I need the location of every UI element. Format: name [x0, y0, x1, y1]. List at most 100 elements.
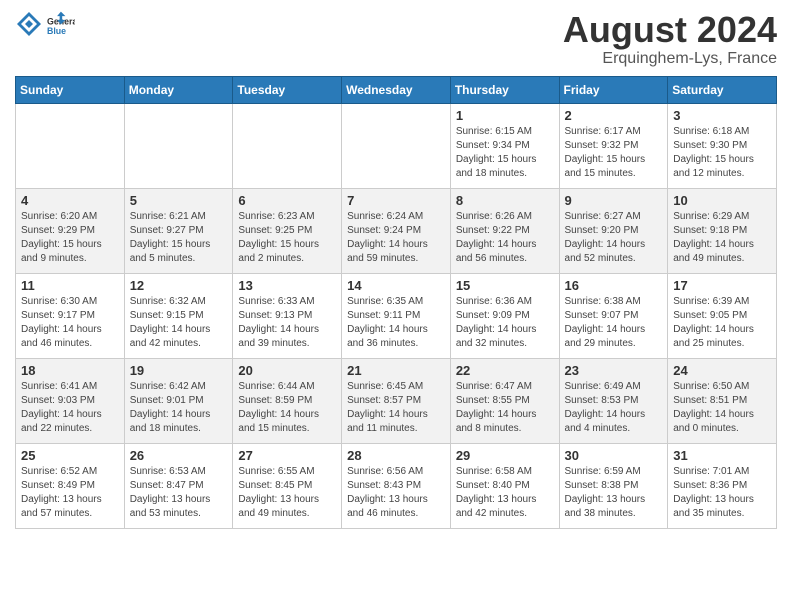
day-info-line: Sunrise: 6:36 AM [456, 295, 554, 309]
day-info-line: Sunset: 9:11 PM [347, 309, 445, 323]
calendar-cell: 21Sunrise: 6:45 AMSunset: 8:57 PMDayligh… [342, 358, 451, 443]
day-info-line: Sunrise: 6:42 AM [130, 380, 228, 394]
day-info-line: Sunset: 8:57 PM [347, 394, 445, 408]
day-info-line: Daylight: 14 hours [21, 408, 119, 422]
day-info: Sunrise: 6:26 AMSunset: 9:22 PMDaylight:… [456, 210, 554, 266]
day-info-line: Daylight: 14 hours [673, 408, 771, 422]
day-info-line: Sunrise: 6:56 AM [347, 465, 445, 479]
calendar-table: Sunday Monday Tuesday Wednesday Thursday… [15, 76, 777, 529]
day-number: 31 [673, 448, 771, 463]
day-info-line: and 59 minutes. [347, 252, 445, 266]
logo: General Blue [15, 10, 75, 38]
calendar-cell: 5Sunrise: 6:21 AMSunset: 9:27 PMDaylight… [124, 188, 233, 273]
calendar-cell: 17Sunrise: 6:39 AMSunset: 9:05 PMDayligh… [668, 273, 777, 358]
day-info-line: Sunrise: 6:49 AM [565, 380, 663, 394]
logo-bird-icon: General Blue [47, 10, 75, 38]
header-friday: Friday [559, 76, 668, 103]
day-info-line: Daylight: 14 hours [130, 408, 228, 422]
header-monday: Monday [124, 76, 233, 103]
day-number: 16 [565, 278, 663, 293]
day-info-line: Sunrise: 6:17 AM [565, 125, 663, 139]
day-info-line: and 22 minutes. [21, 422, 119, 436]
day-info-line: Sunset: 8:53 PM [565, 394, 663, 408]
day-info-line: and 15 minutes. [565, 167, 663, 181]
calendar-cell: 14Sunrise: 6:35 AMSunset: 9:11 PMDayligh… [342, 273, 451, 358]
day-info-line: Sunrise: 6:45 AM [347, 380, 445, 394]
header-tuesday: Tuesday [233, 76, 342, 103]
day-info-line: Sunset: 8:36 PM [673, 479, 771, 493]
calendar-week-5: 25Sunrise: 6:52 AMSunset: 8:49 PMDayligh… [16, 443, 777, 528]
day-info-line: Sunset: 9:01 PM [130, 394, 228, 408]
calendar-cell: 7Sunrise: 6:24 AMSunset: 9:24 PMDaylight… [342, 188, 451, 273]
day-info-line: and 32 minutes. [456, 337, 554, 351]
day-info-line: and 52 minutes. [565, 252, 663, 266]
calendar-cell [342, 103, 451, 188]
calendar-cell: 8 Sunrise: 6:26 AMSunset: 9:22 PMDaylight… [450, 188, 559, 273]
day-number: 8 [456, 193, 554, 208]
day-number: 24 [673, 363, 771, 378]
day-info-line: and 49 minutes. [238, 507, 336, 521]
day-info-line: Sunset: 9:30 PM [673, 139, 771, 153]
day-number: 15 [456, 278, 554, 293]
day-info-line: Sunset: 9:32 PM [565, 139, 663, 153]
day-info-line: and 11 minutes. [347, 422, 445, 436]
day-info: Sunrise: 6:15 AMSunset: 9:34 PMDaylight:… [456, 125, 554, 181]
svg-text:Blue: Blue [47, 26, 66, 36]
day-info-line: Sunrise: 6:39 AM [673, 295, 771, 309]
day-info: Sunrise: 6:53 AMSunset: 8:47 PMDaylight:… [130, 465, 228, 521]
day-info-line: Sunrise: 6:32 AM [130, 295, 228, 309]
day-info-line: and 2 minutes. [238, 252, 336, 266]
calendar-cell: 9Sunrise: 6:27 AMSunset: 9:20 PMDaylight… [559, 188, 668, 273]
calendar-cell: 30Sunrise: 6:59 AMSunset: 8:38 PMDayligh… [559, 443, 668, 528]
calendar-cell: 31Sunrise: 7:01 AMSunset: 8:36 PMDayligh… [668, 443, 777, 528]
day-info-line: and 46 minutes. [347, 507, 445, 521]
day-info-line: Sunrise: 6:27 AM [565, 210, 663, 224]
day-info-line: Sunrise: 6:47 AM [456, 380, 554, 394]
day-number: 18 [21, 363, 119, 378]
calendar-cell: 29Sunrise: 6:58 AMSunset: 8:40 PMDayligh… [450, 443, 559, 528]
day-info: Sunrise: 6:42 AMSunset: 9:01 PMDaylight:… [130, 380, 228, 436]
day-info: Sunrise: 6:36 AMSunset: 9:09 PMDaylight:… [456, 295, 554, 351]
day-info-line: Daylight: 13 hours [673, 493, 771, 507]
day-info-line: Sunset: 9:07 PM [565, 309, 663, 323]
day-info-line: and 4 minutes. [565, 422, 663, 436]
day-number: 25 [21, 448, 119, 463]
day-info-line: and 53 minutes. [130, 507, 228, 521]
day-info-line: Daylight: 13 hours [130, 493, 228, 507]
calendar-week-4: 18Sunrise: 6:41 AMSunset: 9:03 PMDayligh… [16, 358, 777, 443]
day-number: 12 [130, 278, 228, 293]
day-info-line: Daylight: 13 hours [565, 493, 663, 507]
day-info: Sunrise: 6:33 AMSunset: 9:13 PMDaylight:… [238, 295, 336, 351]
day-number: 21 [347, 363, 445, 378]
day-number: 11 [21, 278, 119, 293]
day-info-line: Sunrise: 6:41 AM [21, 380, 119, 394]
day-info: Sunrise: 6:38 AMSunset: 9:07 PMDaylight:… [565, 295, 663, 351]
day-number: 10 [673, 193, 771, 208]
calendar-cell: 12Sunrise: 6:32 AMSunset: 9:15 PMDayligh… [124, 273, 233, 358]
day-info-line: Sunrise: 6:50 AM [673, 380, 771, 394]
calendar-week-2: 4Sunrise: 6:20 AMSunset: 9:29 PMDaylight… [16, 188, 777, 273]
calendar-cell: 3Sunrise: 6:18 AMSunset: 9:30 PMDaylight… [668, 103, 777, 188]
day-info-line: Sunrise: 6:55 AM [238, 465, 336, 479]
day-info: Sunrise: 6:44 AMSunset: 8:59 PMDaylight:… [238, 380, 336, 436]
day-info: Sunrise: 6:23 AMSunset: 9:25 PMDaylight:… [238, 210, 336, 266]
calendar-cell: 13Sunrise: 6:33 AMSunset: 9:13 PMDayligh… [233, 273, 342, 358]
calendar-cell: 24Sunrise: 6:50 AMSunset: 8:51 PMDayligh… [668, 358, 777, 443]
day-info-line: Sunset: 8:49 PM [21, 479, 119, 493]
header-sunday: Sunday [16, 76, 125, 103]
day-info-line: and 25 minutes. [673, 337, 771, 351]
calendar-cell: 16 Sunrise: 6:38 AMSunset: 9:07 PMDayligh… [559, 273, 668, 358]
day-number: 20 [238, 363, 336, 378]
calendar-cell: 25Sunrise: 6:52 AMSunset: 8:49 PMDayligh… [16, 443, 125, 528]
calendar-week-1: 1Sunrise: 6:15 AMSunset: 9:34 PMDaylight… [16, 103, 777, 188]
day-info: Sunrise: 6:29 AMSunset: 9:18 PMDaylight:… [673, 210, 771, 266]
day-number: 22 [456, 363, 554, 378]
day-info-line: Daylight: 14 hours [456, 408, 554, 422]
day-info: Sunrise: 6:47 AMSunset: 8:55 PMDaylight:… [456, 380, 554, 436]
day-info: Sunrise: 6:56 AMSunset: 8:43 PMDaylight:… [347, 465, 445, 521]
day-info-line: and 29 minutes. [565, 337, 663, 351]
day-number: 19 [130, 363, 228, 378]
header-wednesday: Wednesday [342, 76, 451, 103]
day-info-line: Daylight: 14 hours [130, 323, 228, 337]
day-info-line: and 39 minutes. [238, 337, 336, 351]
